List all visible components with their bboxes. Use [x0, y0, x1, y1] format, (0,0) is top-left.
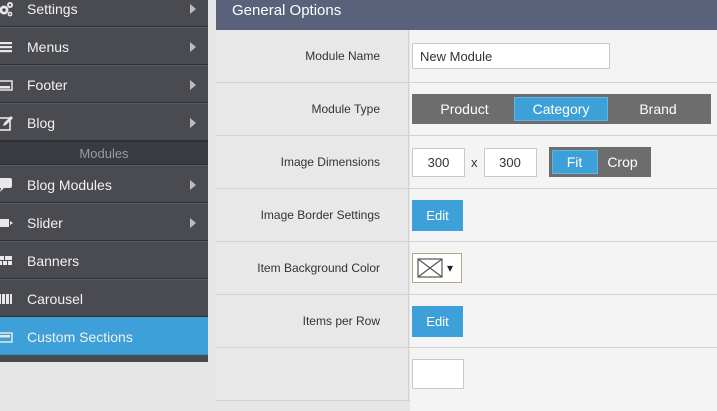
slider-icon [0, 219, 13, 227]
image-height-input[interactable] [483, 147, 537, 177]
items-per-row-row: Items per Row Edit [216, 295, 717, 348]
items-per-row-edit-button[interactable]: Edit [412, 305, 463, 337]
sidebar-item-label: Carousel [27, 291, 84, 307]
carousel-icon [0, 294, 12, 304]
chevron-down-icon: ▾ [447, 261, 454, 275]
sidebar-section-header: Modules [0, 141, 208, 165]
section-title: General Options [216, 0, 717, 30]
sidebar-item-banners[interactable]: Banners [0, 241, 208, 279]
chevron-right-icon [190, 218, 196, 228]
sidebar-item-blog[interactable]: Blog [0, 103, 208, 141]
gears-icon [0, 2, 13, 17]
fit-mode-fit[interactable]: Fit [551, 150, 598, 174]
image-border-edit-button[interactable]: Edit [412, 199, 463, 231]
sidebar: Settings Menus Footer Blog Modules Blog [0, 0, 208, 362]
sidebar-item-label: Slider [27, 215, 63, 231]
item-bg-color-label: Item Background Color [216, 242, 409, 294]
sidebar-item-label: Settings [27, 1, 78, 17]
module-type-brand[interactable]: Brand [608, 97, 708, 121]
sidebar-item-menus[interactable]: Menus [0, 27, 208, 65]
edit-icon [0, 116, 13, 131]
image-border-label: Image Border Settings [216, 189, 409, 241]
module-type-product[interactable]: Product [415, 97, 514, 121]
chevron-right-icon [190, 4, 196, 14]
chevron-right-icon [190, 118, 196, 128]
sidebar-item-label: Menus [27, 39, 70, 55]
banners-grid-icon [0, 256, 12, 265]
dimension-separator: x [471, 154, 478, 170]
module-type-label: Module Type [216, 83, 409, 135]
chevron-right-icon [190, 42, 196, 52]
sidebar-item-label: Footer [27, 77, 68, 93]
image-width-input[interactable] [412, 147, 465, 177]
image-dimensions-row: Image Dimensions x Fit Crop [216, 136, 717, 189]
module-type-selector: Product Category Brand [412, 94, 711, 124]
sidebar-item-custom-sections[interactable]: Custom Sections [0, 317, 208, 355]
chevron-right-icon [190, 180, 196, 190]
next-row-partial [216, 348, 717, 411]
sidebar-item-label: Blog Modules [27, 177, 112, 193]
fit-mode-crop[interactable]: Crop [598, 150, 648, 174]
item-bg-color-row: Item Background Color ▾ [216, 242, 717, 295]
image-border-row: Image Border Settings Edit [216, 189, 717, 242]
options-form: Module Name Module Type Product Category… [216, 30, 717, 411]
sidebar-item-settings[interactable]: Settings [0, 0, 208, 27]
sidebar-item-label: Custom Sections [27, 329, 133, 345]
image-fit-mode-selector: Fit Crop [548, 147, 651, 177]
next-row-input[interactable] [412, 359, 464, 389]
items-per-row-label: Items per Row [216, 295, 409, 347]
sidebar-item-slider[interactable]: Slider [0, 203, 208, 241]
menu-lines-icon [0, 42, 12, 53]
next-row-label [216, 348, 409, 400]
sidebar-item-footer[interactable]: Footer [0, 65, 208, 103]
module-name-row: Module Name [216, 30, 717, 83]
sidebar-item-blog-modules[interactable]: Blog Modules [0, 165, 208, 203]
sidebar-item-label: Blog [27, 115, 56, 131]
sidebar-item-carousel[interactable]: Carousel [0, 279, 208, 317]
image-dimensions-label: Image Dimensions [216, 136, 409, 188]
module-name-label: Module Name [216, 30, 409, 82]
speech-bubble-icon [0, 178, 12, 192]
chevron-right-icon [190, 80, 196, 90]
module-type-row: Module Type Product Category Brand [216, 83, 717, 136]
no-color-icon [417, 258, 443, 278]
footer-icon [0, 80, 13, 91]
module-type-category[interactable]: Category [514, 97, 608, 121]
module-name-input[interactable] [412, 43, 610, 69]
item-bg-color-picker[interactable]: ▾ [412, 253, 462, 283]
sidebar-item-label: Banners [27, 253, 80, 269]
custom-sections-icon [0, 332, 13, 343]
